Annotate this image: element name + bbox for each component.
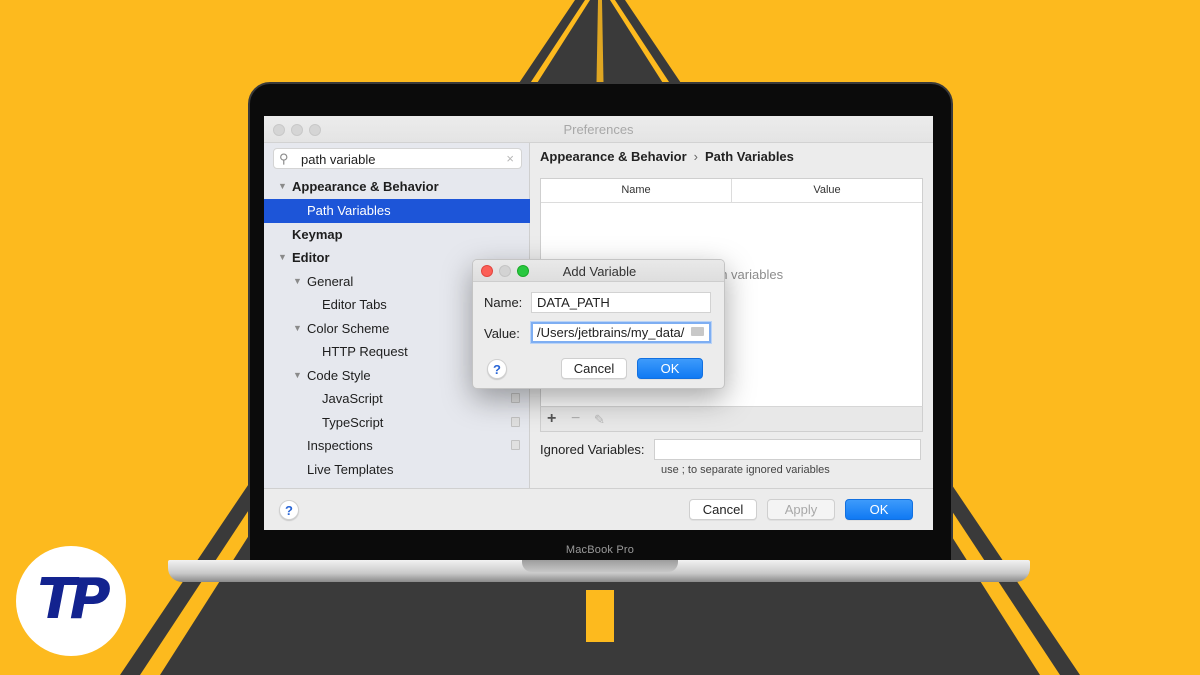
- expand-arrow-icon[interactable]: ▼: [278, 246, 287, 269]
- dialog-help-button[interactable]: ?: [487, 359, 507, 379]
- tree-item-appearance-behavior[interactable]: ▼ Appearance & Behavior: [264, 175, 530, 199]
- add-variable-dialog: Add Variable Name: DATA_PATH Value: /Use…: [472, 259, 725, 389]
- expand-arrow-icon[interactable]: ▼: [278, 175, 287, 198]
- variable-name-input[interactable]: DATA_PATH: [531, 292, 711, 313]
- tree-item-javascript[interactable]: JavaScript: [264, 387, 530, 411]
- breadcrumb-separator: ›: [693, 149, 699, 164]
- site-logo: TP: [16, 546, 126, 656]
- variable-value-input[interactable]: /Users/jetbrains/my_data/: [531, 322, 711, 343]
- tree-item-label: Inspections: [307, 438, 373, 453]
- dialog-cancel-button[interactable]: Cancel: [561, 358, 627, 379]
- tree-item-label: Keymap: [292, 227, 343, 242]
- breadcrumb: Appearance & Behavior › Path Variables: [540, 149, 794, 164]
- tree-item-label: JavaScript: [322, 391, 383, 406]
- tree-item-typescript[interactable]: TypeScript: [264, 411, 530, 435]
- project-settings-icon: [511, 417, 520, 427]
- settings-search-input[interactable]: ⚲ path variable ×: [273, 148, 522, 169]
- browse-folder-icon[interactable]: [691, 327, 704, 336]
- dialog-footer: ? Cancel Apply OK: [264, 488, 933, 530]
- tree-item-path-variables[interactable]: Path Variables: [264, 199, 530, 223]
- value-label: Value:: [484, 326, 520, 341]
- project-settings-icon: [511, 440, 520, 450]
- ignored-variables-label: Ignored Variables:: [540, 442, 645, 457]
- remove-icon[interactable]: −: [571, 410, 580, 428]
- tree-item-label: Code Style: [307, 368, 371, 383]
- clear-search-icon[interactable]: ×: [506, 151, 514, 166]
- logo-text: TP: [37, 567, 110, 632]
- tree-item-live-templates[interactable]: Live Templates: [264, 458, 530, 482]
- add-icon[interactable]: +: [547, 410, 556, 428]
- dialog-title: Add Variable: [562, 264, 637, 279]
- tree-item-label: Appearance & Behavior: [292, 179, 439, 194]
- breadcrumb-parent[interactable]: Appearance & Behavior: [540, 149, 687, 164]
- search-value: path variable: [301, 152, 376, 167]
- project-settings-icon: [511, 393, 520, 403]
- tree-item-label: Live Templates: [307, 462, 394, 477]
- edit-icon[interactable]: ✎: [594, 412, 605, 428]
- title-bar: Preferences: [264, 116, 933, 143]
- table-toolbar: + − ✎: [540, 406, 923, 432]
- column-header-value[interactable]: Value: [732, 179, 922, 203]
- expand-arrow-icon[interactable]: ▼: [293, 317, 302, 340]
- column-header-name[interactable]: Name: [541, 179, 732, 203]
- breadcrumb-current: Path Variables: [705, 149, 794, 164]
- road-center-dash: [586, 590, 614, 642]
- cancel-button[interactable]: Cancel: [689, 499, 757, 520]
- ignored-variables-hint: use ; to separate ignored variables: [661, 464, 830, 476]
- laptop-notch: [522, 560, 678, 572]
- dialog-ok-button[interactable]: OK: [637, 358, 703, 379]
- expand-arrow-icon[interactable]: ▼: [293, 270, 302, 293]
- name-label: Name:: [484, 295, 523, 310]
- tree-item-label: HTTP Request: [322, 344, 408, 359]
- tree-item-label: TypeScript: [322, 415, 384, 430]
- search-icon: ⚲: [279, 151, 289, 166]
- help-button[interactable]: ?: [279, 500, 299, 520]
- variable-value-text: /Users/jetbrains/my_data/: [537, 325, 685, 340]
- tree-item-label: Editor: [292, 250, 330, 265]
- tree-item-label: General: [307, 274, 354, 289]
- ok-button[interactable]: OK: [845, 499, 913, 520]
- window-title: Preferences: [563, 122, 634, 137]
- ignored-variables-input[interactable]: [654, 439, 921, 460]
- apply-button[interactable]: Apply: [767, 499, 835, 520]
- tree-item-label: Path Variables: [307, 203, 391, 218]
- device-label: MacBook Pro: [565, 544, 635, 556]
- dialog-title-bar: Add Variable: [473, 260, 724, 282]
- tree-item-label: Color Scheme: [307, 321, 390, 336]
- tree-item-keymap[interactable]: Keymap: [264, 223, 530, 247]
- tree-item-inspections[interactable]: Inspections: [264, 434, 530, 458]
- expand-arrow-icon[interactable]: ▼: [293, 364, 302, 387]
- tree-item-label: Editor Tabs: [322, 297, 387, 312]
